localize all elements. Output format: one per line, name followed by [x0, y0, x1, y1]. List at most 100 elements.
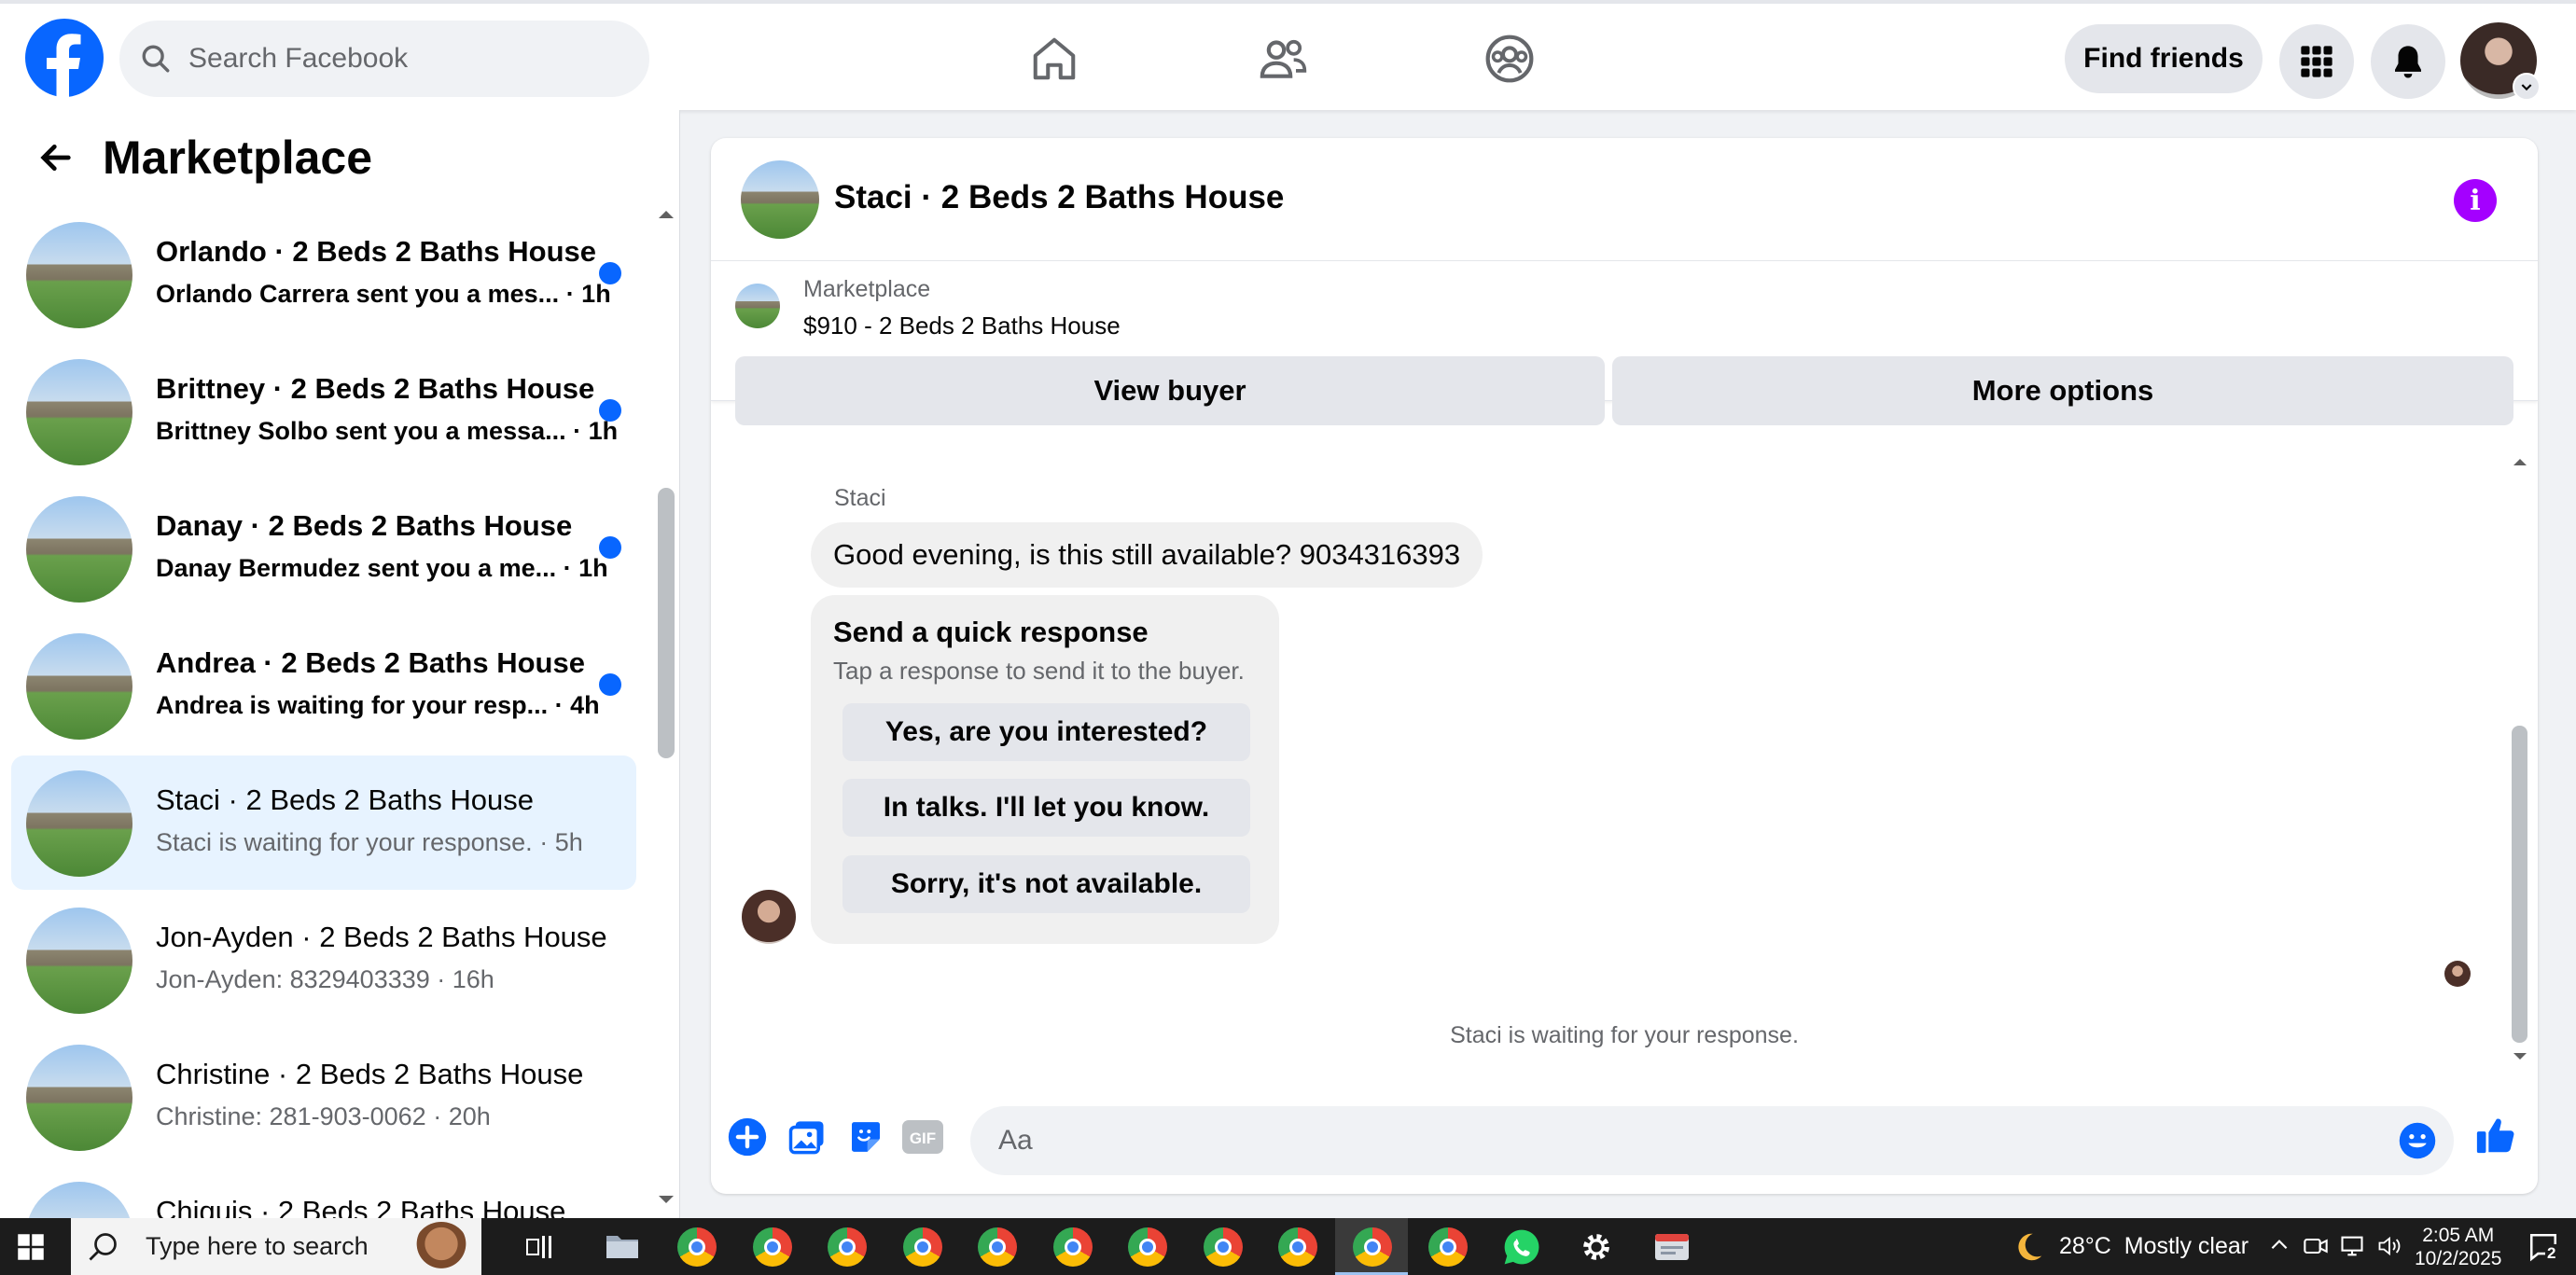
chrome-icon[interactable]	[677, 1227, 717, 1267]
conversation-title: Chiquis · 2 Beds 2 Baths House	[156, 1195, 566, 1218]
more-actions-button[interactable]	[726, 1116, 769, 1158]
more-options-button[interactable]: More options	[1612, 356, 2513, 425]
settings-button[interactable]	[1579, 1229, 1614, 1265]
unread-dot	[599, 262, 621, 284]
scroll-up-arrow-icon[interactable]	[2511, 455, 2529, 468]
conversation-item[interactable]: Danay · 2 Beds 2 Baths House Danay Bermu…	[11, 481, 636, 616]
attach-photo-button[interactable]	[786, 1116, 828, 1158]
volume-button[interactable]	[2375, 1233, 2403, 1259]
scroll-down-arrow-icon[interactable]	[656, 1192, 676, 1207]
conversation-snippet: Brittney Solbo sent you a messa...	[156, 417, 566, 445]
chrome-icon[interactable]	[1278, 1227, 1317, 1267]
app-icon	[1655, 1234, 1689, 1260]
chrome-icon[interactable]	[978, 1227, 1017, 1267]
conversation-item[interactable]: Chiquis · 2 Beds 2 Baths House	[11, 1167, 636, 1218]
message-composer: GIF	[711, 1089, 2538, 1194]
chrome-icon[interactable]	[753, 1227, 792, 1267]
speaker-icon	[2378, 1236, 2401, 1256]
whatsapp-button[interactable]	[1502, 1227, 1541, 1267]
chrome-icon[interactable]	[1128, 1227, 1167, 1267]
chrome-icon[interactable]	[1353, 1227, 1392, 1267]
conversation-item[interactable]: Jon-Ayden · 2 Beds 2 Baths House Jon-Ayd…	[11, 893, 636, 1027]
conversation-time: · 4h	[554, 691, 600, 719]
chrome-icon[interactable]	[1053, 1227, 1093, 1267]
network-button[interactable]	[2338, 1233, 2366, 1259]
conversation-title: Brittney · 2 Beds 2 Baths House	[156, 372, 595, 405]
chat-scrollbar-thumb[interactable]	[2512, 726, 2527, 1043]
listing-small-thumbnail[interactable]	[735, 284, 780, 328]
marketplace-sidebar: Marketplace Orlando · 2 Beds 2 Baths Hou…	[0, 110, 680, 1218]
sender-avatar[interactable]	[742, 890, 796, 944]
listing-thumbnail	[26, 222, 132, 328]
chrome-icon[interactable]	[1428, 1227, 1468, 1267]
quick-response-option[interactable]: In talks. I'll let you know.	[842, 779, 1250, 837]
quick-response-card: Send a quick response Tap a response to …	[811, 595, 1279, 944]
top-navigation-bar: Search Facebook Find friends	[0, 0, 2576, 110]
conversation-item-selected[interactable]: Staci · 2 Beds 2 Baths House Staci is wa…	[11, 755, 636, 890]
task-view-button[interactable]	[524, 1233, 556, 1261]
conversation-snippet: Andrea is waiting for your resp...	[156, 691, 549, 719]
quick-response-option[interactable]: Yes, are you interested?	[842, 703, 1250, 761]
scroll-down-arrow-icon[interactable]	[2511, 1050, 2529, 1063]
app-shortcut-button[interactable]	[1653, 1229, 1691, 1265]
message-bubble[interactable]: Good evening, is this still available? 9…	[811, 522, 1483, 588]
chevron-down-icon[interactable]	[2513, 73, 2541, 101]
chat-listing-thumbnail[interactable]	[741, 160, 819, 239]
listing-thumbnail	[26, 1182, 132, 1218]
grid-menu-icon	[2301, 46, 2332, 77]
weather-widget[interactable]: 28°C Mostly clear	[2011, 1218, 2249, 1275]
menu-button[interactable]	[2279, 24, 2354, 99]
meet-now-button[interactable]	[2303, 1233, 2329, 1259]
listing-thumbnail	[26, 633, 132, 740]
sidebar-scrollbar-thumb[interactable]	[658, 488, 675, 758]
chat-title[interactable]: Staci · 2 Beds 2 Baths House	[834, 179, 1284, 216]
plus-circle-icon	[728, 1117, 767, 1157]
chrome-icon[interactable]	[903, 1227, 942, 1267]
conversation-list: Orlando · 2 Beds 2 Baths House Orlando C…	[0, 110, 653, 1218]
find-friends-button[interactable]: Find friends	[2065, 24, 2263, 93]
listing-thumbnail	[26, 1045, 132, 1151]
home-nav-button[interactable]	[1022, 26, 1087, 91]
listing-thumbnail	[26, 908, 132, 1014]
taskbar-search-box[interactable]: Type here to search	[71, 1218, 481, 1275]
listing-banner: Marketplace $910 - 2 Beds 2 Baths House …	[711, 261, 2538, 425]
listing-price-title[interactable]: $910 - 2 Beds 2 Baths House	[803, 312, 1121, 340]
conversation-item[interactable]: Andrea · 2 Beds 2 Baths House Andrea is …	[11, 618, 636, 753]
groups-nav-button[interactable]	[1477, 26, 1542, 91]
conversation-title: Christine · 2 Beds 2 Baths House	[156, 1058, 584, 1090]
system-clock[interactable]: 2:05 AM 10/2/2025	[2415, 1224, 2501, 1270]
windows-start-button[interactable]	[17, 1233, 45, 1261]
scroll-up-arrow-icon[interactable]	[656, 207, 676, 222]
conversation-title: Danay · 2 Beds 2 Baths House	[156, 509, 573, 542]
emoji-button[interactable]	[2398, 1121, 2437, 1160]
conversation-item[interactable]: Orlando · 2 Beds 2 Baths House Orlando C…	[11, 207, 636, 341]
notification-center-button[interactable]: 2	[2527, 1231, 2560, 1263]
facebook-logo-icon[interactable]	[25, 19, 104, 97]
waiting-status: Staci is waiting for your response.	[1450, 1022, 1799, 1048]
file-explorer-button[interactable]	[605, 1230, 640, 1262]
windows-logo-icon	[18, 1234, 44, 1260]
unread-dot	[599, 673, 621, 696]
listing-thumbnail	[26, 359, 132, 465]
gif-button[interactable]: GIF	[901, 1116, 944, 1158]
chrome-icon[interactable]	[828, 1227, 867, 1267]
quick-response-subtitle: Tap a response to send it to the buyer.	[833, 657, 1245, 685]
conversation-item[interactable]: Christine · 2 Beds 2 Baths House Christi…	[11, 1030, 636, 1164]
info-icon[interactable]: i	[2454, 179, 2497, 222]
like-button[interactable]	[2474, 1114, 2517, 1157]
quick-response-option[interactable]: Sorry, it's not available.	[842, 855, 1250, 913]
search-placeholder: Search Facebook	[188, 43, 409, 74]
notification-count: 2	[2545, 1244, 2558, 1263]
search-bar[interactable]: Search Facebook	[119, 21, 649, 97]
search-icon	[89, 1232, 117, 1260]
sticker-button[interactable]	[844, 1116, 887, 1158]
chat-panel: Staci · 2 Beds 2 Baths House i Marketpla…	[711, 138, 2538, 1194]
tray-overflow-button[interactable]	[2267, 1233, 2291, 1257]
notifications-button[interactable]	[2371, 24, 2445, 99]
bell-icon	[2395, 46, 2421, 78]
chrome-icon[interactable]	[1204, 1227, 1243, 1267]
message-input[interactable]	[970, 1106, 2454, 1175]
conversation-item[interactable]: Brittney · 2 Beds 2 Baths House Brittney…	[11, 344, 636, 478]
view-buyer-button[interactable]: View buyer	[735, 356, 1605, 425]
friends-nav-button[interactable]	[1250, 26, 1316, 91]
